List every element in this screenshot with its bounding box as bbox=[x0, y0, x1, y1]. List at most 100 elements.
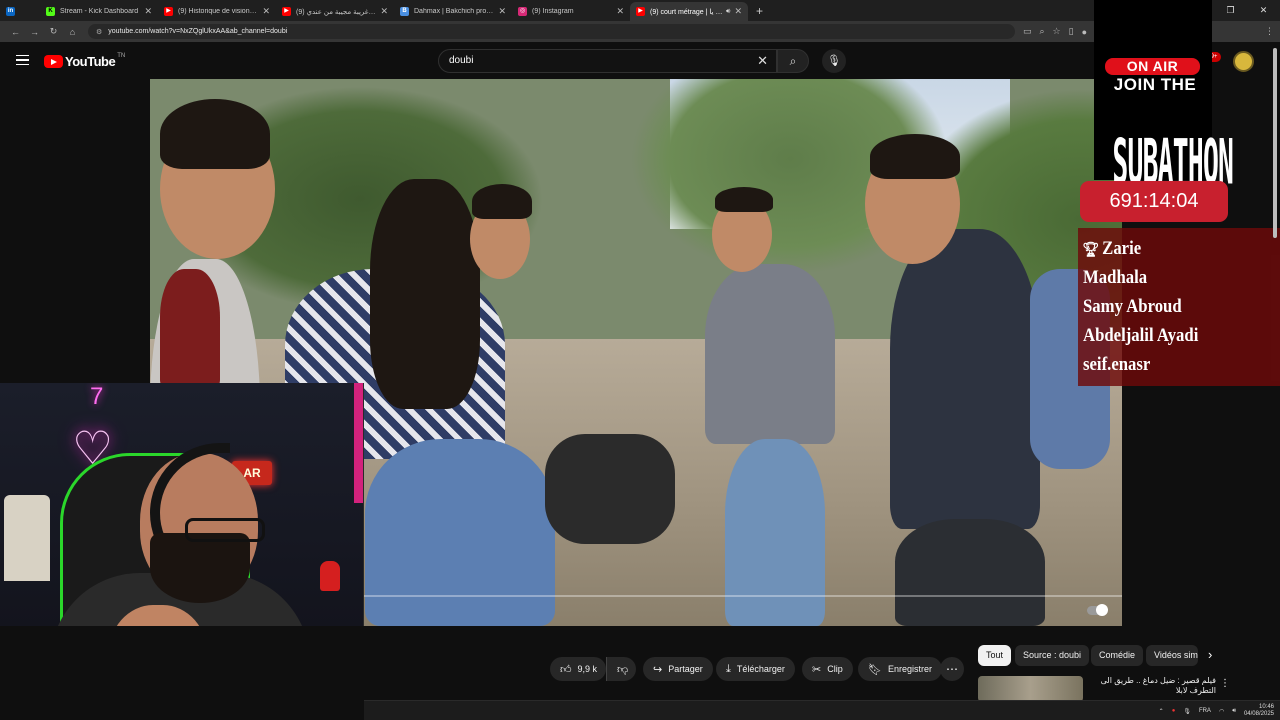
close-tab-icon[interactable]: ✕ bbox=[144, 6, 152, 17]
on-air-badge: ON AIR bbox=[1105, 58, 1200, 75]
volume-icon[interactable]: 🔊︎ bbox=[1232, 708, 1236, 715]
tab-title: (9) court métrage | الديب يا bbox=[650, 8, 723, 16]
more-actions-button[interactable]: ⋯ bbox=[940, 657, 964, 681]
back-icon[interactable]: ← bbox=[6, 27, 25, 37]
glasses-icon bbox=[185, 518, 265, 542]
reload-icon[interactable]: ↻ bbox=[44, 26, 63, 37]
kick-icon: K bbox=[46, 7, 55, 16]
more-vertical-icon[interactable]: ⋮ bbox=[1220, 678, 1230, 689]
profile-icon[interactable]: ● bbox=[1082, 27, 1087, 37]
clock-time: 10:46 bbox=[1258, 704, 1274, 710]
browser-menu-icon[interactable]: ⋮ bbox=[1265, 26, 1274, 37]
download-icon: ⤓ bbox=[726, 662, 731, 675]
region-code: TN bbox=[117, 52, 126, 59]
like-button[interactable]: 👍︎ 9,9 k bbox=[550, 657, 606, 681]
tab-title: Stream - Kick Dashboard bbox=[60, 8, 139, 15]
clear-search-icon[interactable]: ✕ bbox=[757, 53, 768, 69]
save-button[interactable]: 🔖︎ Enregistrer bbox=[858, 657, 942, 681]
supporter-item: Abdeljalil Ayadi bbox=[1083, 325, 1199, 346]
bookmark-star-icon[interactable]: ☆ bbox=[1053, 26, 1061, 37]
youtube-wordmark: YouTube bbox=[65, 54, 116, 69]
tray-lang[interactable]: FRA bbox=[1199, 708, 1211, 714]
chevron-right-icon[interactable]: › bbox=[1208, 647, 1212, 662]
tab-title: Dahmax | Bakchich profile | Bak bbox=[414, 8, 495, 15]
chip-all[interactable]: Tout bbox=[978, 645, 1012, 666]
page-scrollbar[interactable] bbox=[1273, 48, 1277, 238]
clock-date: 04/08/2025 bbox=[1243, 711, 1274, 717]
record-icon[interactable]: ● bbox=[1172, 708, 1176, 714]
neon-strip bbox=[354, 383, 363, 503]
subathon-timer: 691:14:04 bbox=[1080, 181, 1228, 222]
chip-similar[interactable]: Vidéos sim bbox=[1146, 645, 1198, 666]
tab-linkedin[interactable]: in bbox=[0, 2, 40, 21]
url-text: youtube.com/watch?v=NxZQglUkxAA&ab_chann… bbox=[108, 28, 288, 35]
streamer-beard bbox=[150, 533, 250, 603]
forward-icon[interactable]: → bbox=[25, 27, 44, 37]
wifi-icon[interactable]: ◠ bbox=[1219, 708, 1224, 715]
supporter-item: Samy Abroud bbox=[1083, 296, 1182, 317]
close-tab-icon[interactable]: ✕ bbox=[616, 6, 624, 17]
clip-button[interactable]: ✂ Clip bbox=[802, 657, 853, 681]
search-query: doubi bbox=[449, 55, 474, 66]
autoplay-toggle[interactable] bbox=[1087, 604, 1108, 616]
site-info-icon[interactable]: ⚙ bbox=[96, 28, 102, 36]
home-icon[interactable]: ⌂ bbox=[63, 27, 82, 37]
tab-court-metrage[interactable]: ▶ (9) court métrage | الديب يا 🔊︎ ✕ bbox=[630, 2, 748, 21]
tab-youtube-arabic[interactable]: ▶ (9) حلقة غريبة مجيبة من عندي ✕ bbox=[276, 2, 394, 21]
tab-title: (9) Instagram bbox=[532, 8, 574, 15]
video-person bbox=[895, 519, 1045, 626]
supporter-item: 🏆︎ Zarie bbox=[1082, 238, 1142, 259]
url-field[interactable]: ⚙ youtube.com/watch?v=NxZQglUkxAA&ab_cha… bbox=[88, 24, 1015, 39]
tab-kick-dashboard[interactable]: K Stream - Kick Dashboard ✕ bbox=[40, 2, 158, 21]
more-icon: ⋯ bbox=[946, 662, 958, 676]
chip-source[interactable]: Source : doubi bbox=[1015, 645, 1090, 666]
video-person bbox=[705, 264, 835, 444]
zoom-icon[interactable]: ⌕ bbox=[1039, 26, 1044, 37]
tab-instagram[interactable]: ◎ (9) Instagram ✕ bbox=[512, 2, 630, 21]
video-person bbox=[725, 439, 825, 626]
taskbar-clock[interactable]: 10:46 04/08/2025 bbox=[1244, 704, 1274, 718]
video-person-hair bbox=[715, 187, 773, 212]
voice-search-button[interactable]: 🎙︎ bbox=[822, 49, 846, 73]
progress-bar[interactable] bbox=[362, 595, 1122, 597]
dislike-button[interactable]: 👎︎ bbox=[606, 657, 636, 681]
supporter-list: 🏆︎ Zarie Madhala Samy Abroud Abdeljalil A… bbox=[1078, 228, 1280, 386]
search-input[interactable]: doubi ✕ bbox=[438, 49, 777, 73]
video-bag bbox=[545, 434, 675, 544]
share-button[interactable]: ↪ Partager bbox=[643, 657, 713, 681]
chip-comedy[interactable]: Comédie bbox=[1091, 645, 1144, 666]
tab-title: (9) Historique de visionnage - Y bbox=[178, 8, 258, 15]
tab-youtube-history[interactable]: ▶ (9) Historique de visionnage - Y ✕ bbox=[158, 2, 276, 21]
share-label: Partager bbox=[668, 664, 703, 674]
share-icon: ↪ bbox=[653, 663, 663, 676]
tab-dahmax[interactable]: B Dahmax | Bakchich profile | Bak ✕ bbox=[394, 2, 512, 21]
menu-icon[interactable] bbox=[16, 55, 29, 65]
youtube-play-icon bbox=[44, 55, 63, 68]
avatar[interactable] bbox=[1233, 51, 1254, 72]
close-window-icon[interactable]: ✕ bbox=[1247, 5, 1280, 16]
download-label: Télécharger bbox=[736, 664, 785, 674]
video-person-hair bbox=[870, 134, 960, 179]
sidepanel-icon[interactable]: ▯ bbox=[1069, 26, 1074, 37]
close-tab-icon[interactable]: ✕ bbox=[380, 6, 388, 17]
chevron-up-icon[interactable]: ⌃ bbox=[1159, 708, 1164, 715]
cast-icon[interactable]: ▭ bbox=[1023, 26, 1032, 37]
close-tab-icon[interactable]: ✕ bbox=[262, 6, 270, 17]
close-tab-icon[interactable]: ✕ bbox=[498, 6, 506, 17]
hanging-shirt bbox=[4, 495, 50, 581]
new-tab-button[interactable]: + bbox=[756, 2, 763, 21]
recommendation-title[interactable]: فيلم قصير : ضيل دماغ .. طريق الى التطرف … bbox=[1088, 676, 1216, 700]
subathon-panel: ON AIR JOIN THE SUBATHON bbox=[1094, 0, 1234, 199]
clip-label: Clip bbox=[827, 664, 843, 674]
like-count: 9,9 k bbox=[577, 664, 598, 674]
speaker-icon[interactable]: 🔊︎ bbox=[726, 8, 730, 16]
youtube-icon: ▶ bbox=[164, 7, 173, 16]
restore-icon[interactable]: ❐ bbox=[1214, 5, 1247, 16]
close-tab-icon[interactable]: ✕ bbox=[734, 6, 742, 17]
search-button[interactable]: ⌕ bbox=[777, 49, 809, 73]
join-text: JOIN THE bbox=[1113, 75, 1197, 94]
download-button[interactable]: ⤓ Télécharger bbox=[716, 657, 795, 681]
mic-tray-icon[interactable]: 🎙︎ bbox=[1183, 708, 1191, 715]
recommendation-thumbnail[interactable] bbox=[978, 676, 1083, 702]
youtube-logo[interactable]: YouTube TN bbox=[44, 52, 126, 69]
